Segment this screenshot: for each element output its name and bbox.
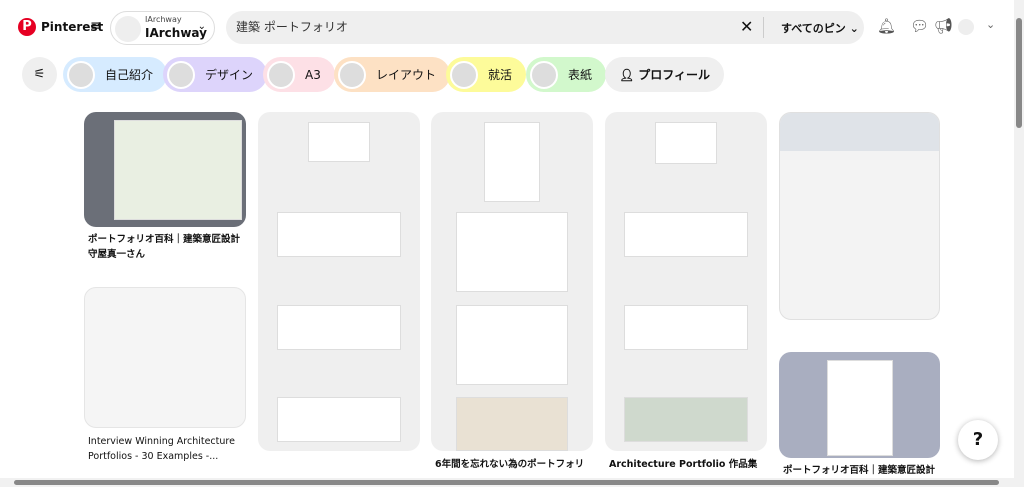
chip-4[interactable]: 就活: [446, 57, 527, 92]
chip-label: レイアウト: [376, 68, 437, 82]
chip-0[interactable]: 自己紹介: [63, 57, 168, 92]
pin-image[interactable]: [84, 287, 246, 428]
pin-title[interactable]: Architecture Portfolio 作品集: [609, 457, 771, 472]
vertical-scrollbar[interactable]: [1014, 0, 1024, 487]
chip-thumbnail: [167, 60, 195, 89]
pin-image[interactable]: [258, 112, 420, 451]
help-button[interactable]: ?: [958, 420, 998, 460]
menu-icon[interactable]: ≡: [90, 18, 102, 34]
scope-dropdown[interactable]: すべてのピン ⌄: [781, 20, 859, 36]
search-bar: ✕ すべてのピン ⌄: [226, 11, 864, 44]
search-input[interactable]: [236, 19, 716, 33]
chip-thumbnail: [267, 60, 295, 89]
megaphone-icon[interactable]: 📢︎: [934, 17, 953, 35]
chip-thumbnail: [530, 60, 558, 89]
pin-image[interactable]: [779, 112, 940, 320]
divider: [763, 17, 764, 38]
pin-title[interactable]: ポートフォリオ百科｜建築意匠設計 守屋真一さん: [88, 232, 250, 262]
chip-2[interactable]: A3: [263, 57, 335, 92]
chevron-down-icon: ⌄: [197, 21, 206, 32]
chip-label: 就活: [488, 68, 513, 82]
chip-thumbnail: [338, 60, 366, 89]
horizontal-scrollbar[interactable]: [0, 478, 1014, 487]
user-icon: 👤︎: [619, 67, 635, 82]
chip-1[interactable]: デザイン: [163, 57, 268, 92]
chip-label: デザイン: [205, 68, 254, 82]
chip-5[interactable]: 表紙: [526, 57, 607, 92]
profile-chip[interactable]: 👤︎ プロフィール: [605, 57, 724, 92]
pinterest-logo-icon[interactable]: P: [18, 18, 36, 36]
pin-image[interactable]: [605, 112, 767, 451]
pin-title[interactable]: ポートフォリオ百科｜建築意匠設計: [783, 463, 945, 478]
pin-image[interactable]: [779, 352, 940, 458]
account-small: IArchway: [145, 15, 182, 24]
clear-icon[interactable]: ✕: [740, 17, 753, 36]
account-switcher[interactable]: IArchway IArchway ⌄: [110, 11, 215, 45]
pin-image[interactable]: [431, 112, 593, 451]
bell-icon[interactable]: 🔔︎: [877, 17, 896, 35]
chip-label: 表紙: [568, 68, 593, 82]
pin-title[interactable]: Interview Winning Architecture Portfolio…: [88, 434, 250, 464]
filter-icon[interactable]: ⚟: [22, 57, 57, 92]
profile-avatar[interactable]: [958, 19, 974, 35]
pin-title[interactable]: 6年間を忘れない為のポートフォリ: [435, 457, 597, 472]
chip-3[interactable]: レイアウト: [334, 57, 451, 92]
message-icon[interactable]: 💬︎: [910, 17, 929, 35]
chip-thumbnail: [67, 60, 95, 89]
avatar: [115, 16, 141, 42]
chevron-down-icon[interactable]: ⌄: [986, 18, 995, 31]
chip-label: 自己紹介: [105, 68, 154, 82]
chip-label: A3: [305, 67, 321, 82]
pin-image[interactable]: [84, 112, 246, 227]
chip-thumbnail: [450, 60, 478, 89]
chip-label: プロフィール: [638, 68, 710, 82]
